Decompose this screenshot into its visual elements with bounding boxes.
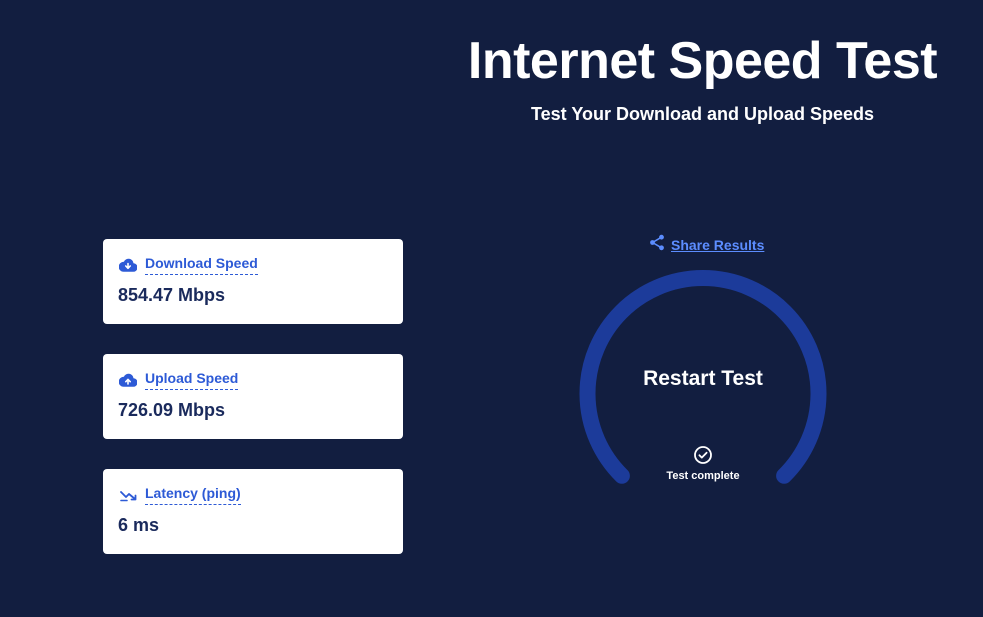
- share-results-label[interactable]: Share Results: [671, 237, 764, 253]
- latency-label[interactable]: Latency (ping): [145, 485, 241, 505]
- latency-header: Latency (ping): [118, 485, 241, 505]
- cloud-upload-icon: [118, 370, 138, 390]
- download-speed-label[interactable]: Download Speed: [145, 255, 258, 275]
- check-circle-icon: [694, 446, 712, 464]
- latency-value: 6 ms: [118, 515, 160, 535]
- latency-card: Latency (ping) 6 ms: [103, 469, 403, 554]
- restart-test-button[interactable]: Restart Test: [603, 362, 803, 396]
- share-results-link[interactable]: Share Results: [649, 234, 764, 256]
- upload-speed-header: Upload Speed: [118, 370, 239, 390]
- upload-speed-label[interactable]: Upload Speed: [145, 370, 239, 390]
- page-title: Internet Speed Test: [467, 32, 938, 90]
- upload-speed-value: 726.09 Mbps: [118, 400, 226, 420]
- download-speed-card: Download Speed 854.47 Mbps: [103, 239, 403, 324]
- test-status-text: Test complete: [666, 470, 740, 482]
- download-speed-value: 854.47 Mbps: [118, 285, 226, 305]
- download-speed-header: Download Speed: [118, 255, 258, 275]
- share-icon: [649, 234, 665, 256]
- latency-icon: [118, 485, 138, 505]
- upload-speed-card: Upload Speed 726.09 Mbps: [103, 354, 403, 439]
- cloud-download-icon: [118, 255, 138, 275]
- page-subtitle: Test Your Download and Upload Speeds: [530, 104, 875, 124]
